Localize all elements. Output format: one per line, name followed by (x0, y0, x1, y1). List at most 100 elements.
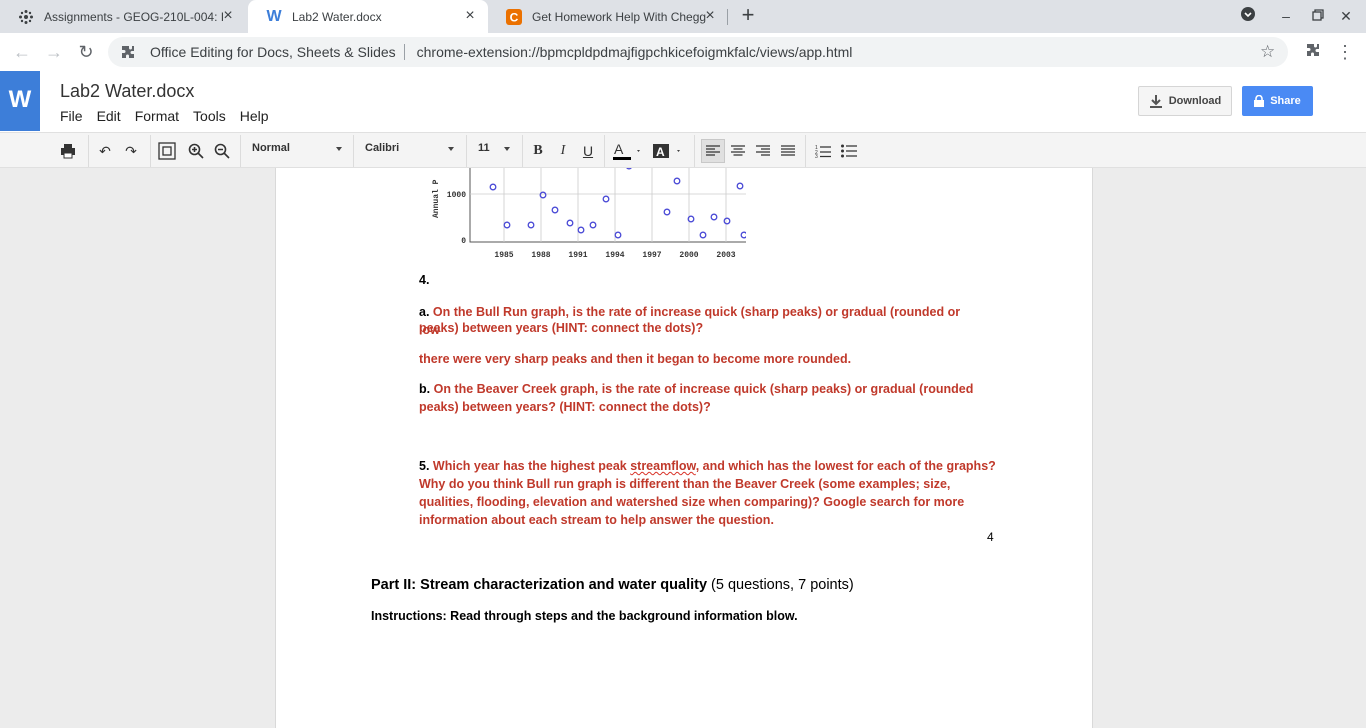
paragraph-style-dropdown[interactable]: Normal (252, 142, 342, 154)
question-4b-prefix: b. (419, 382, 431, 396)
tab-title: Assignments - GEOG-210L-004: I (44, 9, 225, 24)
toolbar-divider (150, 135, 151, 167)
underline-icon[interactable]: U (578, 141, 598, 161)
toolbar-divider (240, 135, 241, 167)
toolbar-divider (604, 135, 605, 167)
align-center-icon[interactable] (728, 141, 748, 161)
numbered-list-icon[interactable]: 123 (813, 141, 833, 161)
x-tick-label: 1985 (494, 251, 513, 260)
undo-icon[interactable]: ↶ (95, 141, 115, 161)
close-tab-icon[interactable]: × (702, 8, 718, 24)
tab-search-icon[interactable] (1238, 6, 1258, 26)
tab-assignments[interactable]: Assignments - GEOG-210L-004: I × (0, 0, 246, 33)
x-tick-label: 1997 (642, 251, 661, 260)
align-right-icon[interactable] (753, 141, 773, 161)
close-tab-icon[interactable]: × (220, 8, 236, 24)
fit-page-icon[interactable] (157, 141, 177, 161)
word-icon: W (266, 7, 282, 25)
menu-tools[interactable]: Tools (193, 108, 226, 124)
tab-divider (727, 9, 728, 25)
text-color-icon[interactable]: A (612, 141, 642, 161)
page-number: 4 (987, 530, 994, 544)
chevron-down-icon (336, 147, 342, 151)
lock-icon (1254, 95, 1265, 107)
part2-instructions: Instructions: Read through steps and the… (371, 609, 798, 623)
chart-plot-area (469, 168, 746, 243)
word-logo[interactable]: W (0, 71, 40, 131)
x-tick-label: 2003 (716, 251, 735, 260)
toolbar-divider (88, 135, 89, 167)
question-4b: b. On the Beaver Creek graph, is the rat… (419, 382, 979, 396)
misspelled-word[interactable]: streamflow (630, 459, 696, 473)
new-tab-button[interactable]: + (737, 4, 759, 27)
address-bar[interactable]: Office Editing for Docs, Sheets & Slides… (108, 37, 1288, 67)
zoom-out-icon[interactable] (212, 141, 232, 161)
align-justify-icon[interactable] (778, 141, 798, 161)
document-title[interactable]: Lab2 Water.docx (60, 81, 194, 102)
x-tick-label: 1988 (531, 251, 550, 260)
x-tick-label: 2000 (679, 251, 698, 260)
part2-title: Part II: Stream characterization and wat… (371, 577, 708, 593)
menu-edit[interactable]: Edit (97, 108, 121, 124)
reload-icon[interactable]: ↻ (75, 41, 97, 63)
close-tab-icon[interactable]: × (462, 8, 478, 24)
bullet-list-icon[interactable] (839, 141, 859, 161)
extensions-puzzle-icon[interactable] (1302, 41, 1324, 63)
svg-text:C: C (510, 10, 519, 24)
question-5-line4: information about each stream to help an… (419, 513, 774, 527)
back-icon[interactable]: ← (11, 41, 33, 63)
forward-icon[interactable]: → (43, 41, 65, 63)
answer-4a: there were very sharp peaks and then it … (419, 352, 852, 366)
tab-chegg[interactable]: C Get Homework Help With Chegg × (488, 0, 728, 33)
question-5-prefix: 5. (419, 459, 430, 473)
tab-lab2-water[interactable]: W Lab2 Water.docx × (248, 0, 488, 33)
font-family-dropdown[interactable]: Calibri (365, 142, 454, 154)
print-icon[interactable] (58, 141, 78, 161)
highlight-color-icon[interactable]: A (652, 141, 682, 161)
part2-meta: (5 questions, 7 points) (707, 577, 854, 593)
share-button[interactable]: Share (1242, 86, 1313, 116)
close-window-icon[interactable]: ✕ (1336, 6, 1356, 26)
zoom-in-icon[interactable] (186, 141, 206, 161)
chevron-down-icon (448, 147, 454, 151)
menu-help[interactable]: Help (240, 108, 269, 124)
scatter-chart: Annual P 1000 0 1985 1988 1991 1994 1997 2000… (432, 168, 746, 260)
chrome-menu-icon[interactable]: ⋮ (1334, 41, 1356, 63)
tab-title: Get Homework Help With Chegg (532, 9, 707, 24)
question-4b-text-line2: peaks) between years? (HINT: connect the… (419, 400, 711, 414)
question-5-line3: qualities, flooding, elevation and water… (419, 495, 965, 509)
extension-icon (120, 44, 136, 60)
italic-icon[interactable]: I (553, 141, 573, 161)
question-4a-text-line2: peaks) between years (HINT: connect the … (419, 321, 704, 335)
restore-icon[interactable] (1308, 6, 1328, 26)
bold-icon[interactable]: B (528, 141, 548, 161)
minimize-icon[interactable]: – (1276, 6, 1296, 26)
tab-title: Lab2 Water.docx (292, 9, 382, 24)
document-page[interactable]: Annual P 1000 0 1985 1988 1991 1994 1997 2000… (275, 168, 1093, 728)
svg-text:A: A (656, 145, 665, 159)
question-4a-prefix: a. (419, 305, 430, 319)
part2-heading: Part II: Stream characterization and wat… (371, 577, 854, 593)
size-value: 11 (478, 142, 490, 154)
canvas-icon (18, 9, 34, 25)
svg-text:A: A (614, 141, 624, 157)
download-icon (1149, 95, 1162, 108)
menu-file[interactable]: File (60, 108, 83, 124)
align-left-icon[interactable] (701, 139, 725, 163)
format-toolbar: ↶ ↷ Normal Calibri 11 B I U A A 1 2 3 (0, 132, 1366, 168)
svg-text:3: 3 (815, 154, 818, 158)
toolbar-divider (466, 135, 467, 167)
question-5-text-a: Which year has the highest peak (432, 459, 631, 473)
style-value: Normal (252, 142, 290, 154)
redo-icon[interactable]: ↷ (121, 141, 141, 161)
bookmark-star-icon[interactable]: ☆ (1260, 43, 1278, 61)
question-4-label: 4. (419, 273, 430, 287)
site-name: Office Editing for Docs, Sheets & Slides (150, 44, 396, 60)
x-tick-label: 1991 (568, 251, 587, 260)
font-size-dropdown[interactable]: 11 (478, 142, 510, 154)
menu-format[interactable]: Format (135, 108, 179, 124)
menu-bar: File Edit Format Tools Help (60, 108, 283, 124)
download-button[interactable]: Download (1138, 86, 1232, 116)
toolbar-divider (353, 135, 354, 167)
y-axis-label: Annual P (432, 179, 441, 218)
